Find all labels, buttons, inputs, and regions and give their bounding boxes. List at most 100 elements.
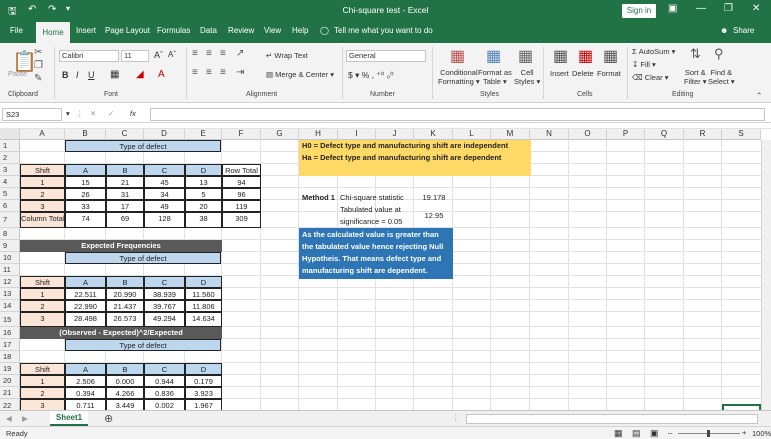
table3-cell[interactable]: 2.506	[65, 375, 106, 387]
delete-cells-button[interactable]: Delete	[572, 69, 594, 78]
table2-cell[interactable]: 38.939	[144, 288, 185, 300]
column-header[interactable]: Q	[645, 128, 684, 140]
table2-cell[interactable]: 21.437	[106, 300, 144, 312]
borders-icon[interactable]: ▦	[110, 69, 119, 80]
row-header[interactable]: 20	[0, 375, 20, 387]
column-header[interactable]: G	[261, 128, 299, 140]
tabulated-label-1[interactable]: Tabulated value at	[338, 204, 418, 216]
sheet-tab-sheet1[interactable]: Sheet1	[50, 411, 88, 426]
table3-cell[interactable]: 1	[20, 375, 65, 387]
align-middle-icon[interactable]: ≡	[206, 48, 212, 59]
page-layout-view-icon[interactable]: ▤	[632, 428, 641, 439]
wrap-text-button[interactable]: ↵ Wrap Text	[266, 51, 308, 60]
table2-cell[interactable]: 20.990	[106, 288, 144, 300]
column-header[interactable]: H	[299, 128, 338, 140]
table3-cell[interactable]: 4.266	[106, 387, 144, 399]
table1-total-cell[interactable]: 128	[144, 212, 185, 228]
number-format-select[interactable]: General	[346, 50, 426, 62]
tab-view[interactable]: View	[264, 26, 281, 35]
table3-title[interactable]: Type of defect	[65, 339, 221, 351]
prev-sheet-icon[interactable]: ◀	[6, 414, 12, 423]
close-icon[interactable]: ✕	[752, 3, 760, 14]
table1-cell[interactable]: 3	[20, 200, 65, 212]
underline-button[interactable]: U	[88, 70, 95, 80]
row-header[interactable]: 1	[0, 140, 20, 152]
table3-cell[interactable]: 0.000	[106, 375, 144, 387]
find-select-icon[interactable]: ⚲	[714, 46, 724, 62]
insert-cells-button[interactable]: Insert	[550, 69, 569, 78]
tab-file[interactable]: File	[10, 26, 23, 35]
tab-data[interactable]: Data	[200, 26, 217, 35]
table2-header-cell[interactable]: D	[185, 276, 222, 288]
table1-cell[interactable]: 49	[144, 200, 185, 212]
bold-button[interactable]: B	[62, 70, 69, 80]
table3-cell[interactable]: 0.944	[144, 375, 185, 387]
table1-cell[interactable]: 34	[144, 188, 185, 200]
autosum-button[interactable]: Σ AutoSum ▾	[632, 47, 675, 56]
column-header[interactable]: J	[376, 128, 414, 140]
chi-square-stat-label[interactable]: Chi-square statistic	[338, 192, 418, 204]
column-header[interactable]: N	[530, 128, 569, 140]
table1-header-cell[interactable]: Shift	[20, 164, 65, 176]
grow-font-icon[interactable]: Aˆ	[154, 50, 163, 60]
row-header[interactable]: 18	[0, 351, 20, 363]
orientation-icon[interactable]: ↗	[236, 48, 244, 59]
column-header[interactable]: S	[722, 128, 761, 140]
signin-button[interactable]: Sign in	[622, 4, 656, 18]
table2-header-cell[interactable]: C	[144, 276, 185, 288]
font-size-select[interactable]: 11	[121, 50, 149, 62]
table1-cell[interactable]: 5	[185, 188, 222, 200]
delete-cells-icon[interactable]: ▦	[578, 46, 593, 66]
conditional-formatting-button[interactable]: Conditional Formatting ▾	[438, 68, 480, 86]
column-header[interactable]: A	[20, 128, 65, 140]
table2-cell[interactable]: 11.806	[185, 300, 222, 312]
share-icon[interactable]: ☻	[720, 26, 728, 35]
row-header[interactable]: 13	[0, 288, 20, 300]
table2-cell[interactable]: 2	[20, 300, 65, 312]
column-header[interactable]: C	[106, 128, 144, 140]
table1-cell[interactable]: 94	[222, 176, 261, 188]
paste-button[interactable]: Paste	[8, 69, 27, 78]
column-header[interactable]: E	[185, 128, 222, 140]
column-header[interactable]: F	[222, 128, 261, 140]
table3-cell[interactable]: 3.923	[185, 387, 222, 399]
row-header[interactable]: 17	[0, 339, 20, 351]
insert-cells-icon[interactable]: ▦	[553, 46, 568, 66]
select-all-corner[interactable]	[0, 128, 20, 140]
font-color-icon[interactable]: A	[158, 69, 165, 80]
tabulated-label-2[interactable]: significance = 0.05	[338, 216, 418, 228]
table1-cell[interactable]: 17	[106, 200, 144, 212]
table2-cell[interactable]: 39.767	[144, 300, 185, 312]
formula-input[interactable]	[150, 108, 765, 121]
table1-total-cell[interactable]: 69	[106, 212, 144, 228]
column-header[interactable]: O	[569, 128, 607, 140]
cancel-icon[interactable]: ✕	[90, 109, 96, 118]
table1-header-cell[interactable]: B	[106, 164, 144, 176]
table2-header-cell[interactable]: A	[65, 276, 106, 288]
share-button[interactable]: Share	[733, 26, 754, 35]
clear-button[interactable]: ⌫ Clear ▾	[632, 73, 669, 82]
minimize-icon[interactable]: —	[696, 3, 706, 14]
format-as-table-button[interactable]: Format as Table ▾	[478, 68, 512, 86]
table3-header-cell[interactable]: Shift	[20, 363, 65, 375]
table1-cell[interactable]: 2	[20, 188, 65, 200]
collapse-ribbon-icon[interactable]: ⌃	[756, 91, 762, 100]
row-header[interactable]: 4	[0, 176, 20, 188]
merge-center-button[interactable]: ▤ Merge & Center ▾	[266, 70, 334, 79]
table1-header-cell[interactable]: Row Total	[222, 164, 261, 176]
table3-header-cell[interactable]: A	[65, 363, 106, 375]
row-header[interactable]: 11	[0, 264, 20, 276]
table1-cell[interactable]: 33	[65, 200, 106, 212]
sort-filter-icon[interactable]: ⇅	[690, 46, 701, 62]
format-cells-button[interactable]: Format	[597, 69, 621, 78]
zoom-out-icon[interactable]: –	[668, 428, 672, 437]
row-header[interactable]: 7	[0, 212, 20, 228]
table1-cell[interactable]: 119	[222, 200, 261, 212]
table2-header-cell[interactable]: B	[106, 276, 144, 288]
enter-icon[interactable]: ✓	[108, 109, 114, 118]
row-header[interactable]: 21	[0, 387, 20, 399]
table1-total-cell[interactable]: Column Total	[20, 212, 65, 228]
tab-formulas[interactable]: Formulas	[157, 26, 190, 35]
format-painter-icon[interactable]: ✎	[34, 73, 42, 84]
column-header[interactable]: P	[607, 128, 645, 140]
